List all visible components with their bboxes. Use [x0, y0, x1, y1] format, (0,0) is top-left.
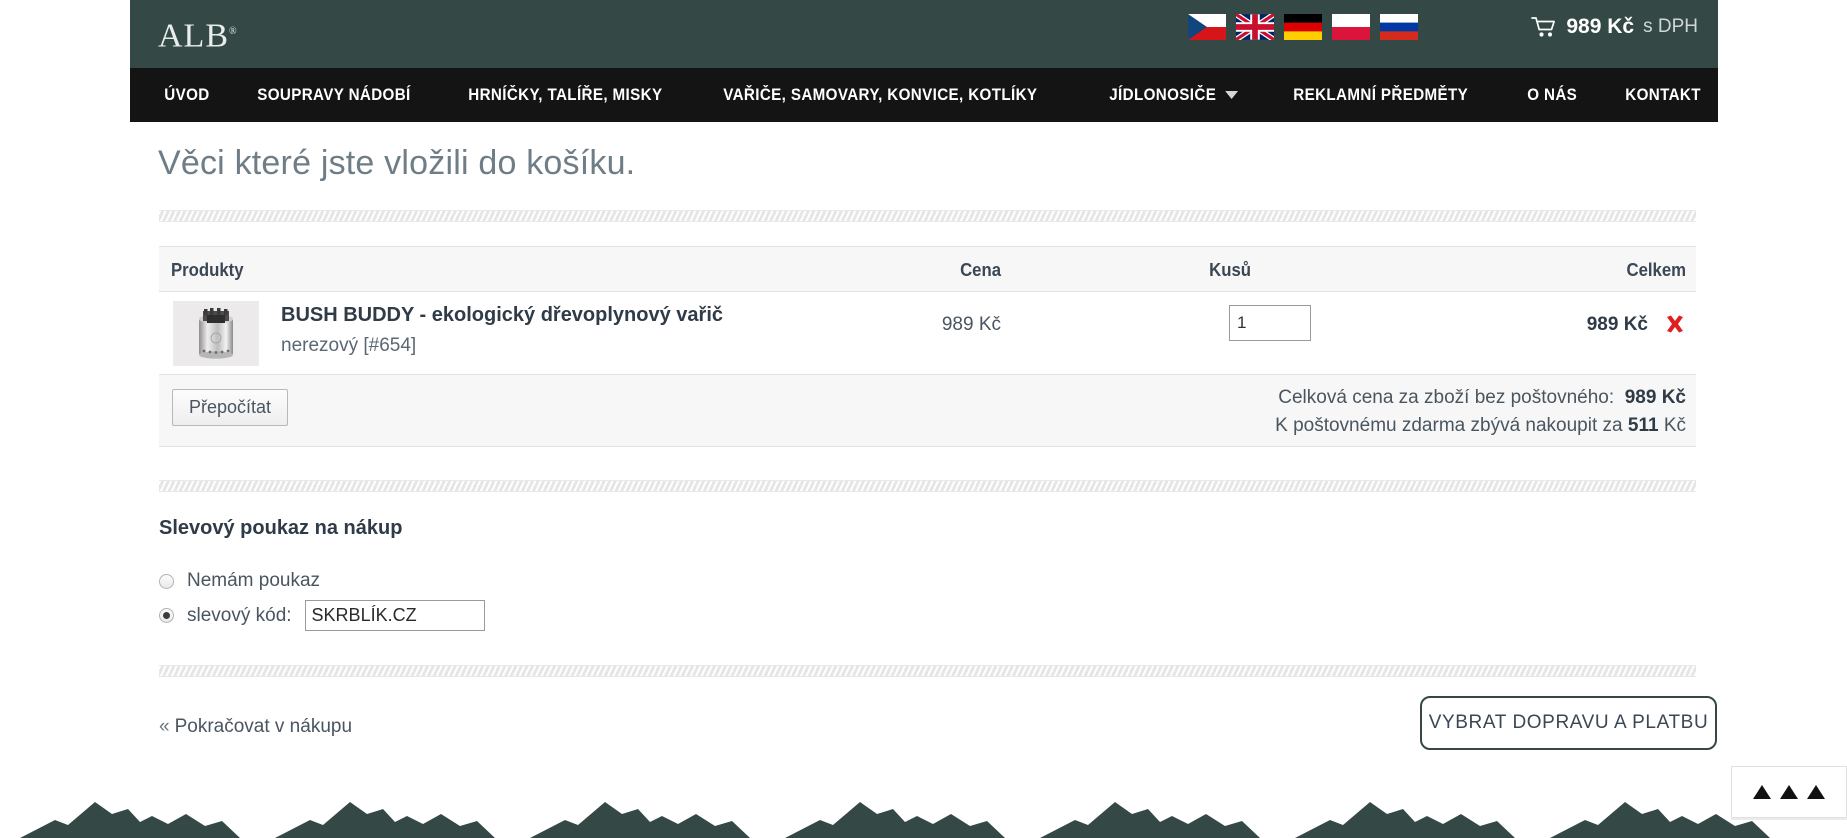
main-navigation: ÚVOD SOUPRAVY NÁDOBÍ HRNÍČKY, TALÍŘE, MI… — [130, 68, 1718, 122]
column-header-total: Celkem — [1626, 260, 1686, 280]
column-header-products: Produkty — [171, 260, 244, 280]
language-switcher — [1188, 14, 1418, 40]
page-title: Věci které jste vložili do košíku. — [158, 144, 636, 182]
nav-label: HRNÍČKY, TALÍŘE, MISKY — [468, 86, 663, 104]
coupon-section-title: Slevový poukaz na nákup — [159, 517, 403, 539]
site-logo[interactable]: ALB® — [158, 10, 238, 58]
cart-amount: 989 Kč — [1566, 15, 1635, 38]
free-shipping-prefix: K poštovnému zdarma zbývá nakoupit za — [1275, 415, 1623, 436]
quantity-input[interactable] — [1229, 305, 1311, 341]
divider-top — [159, 210, 1696, 222]
mountain-silhouette-icon — [20, 802, 1770, 838]
cart-table: Produkty Cena Kusů Celkem BUSH BUDDY - e… — [159, 246, 1696, 447]
cart-icon — [1531, 17, 1556, 37]
logo-text: ALB — [158, 17, 229, 55]
flag-de-icon[interactable] — [1284, 14, 1322, 40]
cart-summary-link[interactable]: 989 Kč s DPH — [1531, 14, 1698, 40]
double-chevron-left-icon: « — [159, 716, 170, 737]
cta-label: VYBRAT DOPRAVU A PLATBU — [1428, 712, 1709, 733]
product-name[interactable]: BUSH BUDDY - ekologický dřevoplynový vař… — [281, 304, 723, 327]
free-shipping-suffix: Kč — [1663, 415, 1686, 436]
product-variant: nerezový [#654] — [281, 335, 417, 356]
flag-pl-icon[interactable] — [1332, 14, 1370, 40]
radio-coupon-code-label: slevový kód: — [187, 604, 292, 626]
coupon-option-code[interactable]: slevový kód: — [159, 600, 485, 631]
nav-item-kontakt[interactable]: KONTAKT — [1605, 68, 1721, 122]
cart-vat-note: s DPH — [1643, 16, 1698, 37]
divider-bottom — [159, 665, 1696, 677]
product-unit-price: 989 Kč — [941, 314, 1001, 335]
choose-shipping-payment-button[interactable]: VYBRAT DOPRAVU A PLATBU — [1420, 696, 1717, 750]
cart-total-value: 989 Kč — [1624, 387, 1686, 408]
nav-item-hrnicky-talire-misky[interactable]: HRNÍČKY, TALÍŘE, MISKY — [448, 68, 683, 122]
column-header-price: Cena — [960, 260, 1001, 280]
flag-gb-icon[interactable] — [1236, 14, 1274, 40]
nav-item-reklamni-predmety[interactable]: REKLAMNÍ PŘEDMĚTY — [1273, 68, 1488, 122]
nav-item-uvod[interactable]: ÚVOD — [144, 68, 230, 122]
footer-mountain-decoration — [0, 776, 1847, 838]
cart-summary-row: Přepočítat Celková cena za zboží bez poš… — [159, 375, 1696, 447]
nav-label: REKLAMNÍ PŘEDMĚTY — [1293, 86, 1469, 104]
cart-total-line: Celková cena za zboží bez poštovného: 98… — [1278, 387, 1686, 409]
nav-label: JÍDLONOSIČE — [1108, 86, 1216, 104]
radio-no-coupon-label: Nemám poukaz — [187, 570, 321, 591]
product-image-bush-buddy-stove — [173, 301, 259, 366]
nav-label: VAŘIČE, SAMOVARY, KONVICE, KOTLÍKY — [723, 86, 1038, 104]
nav-item-jidlonosice[interactable]: JÍDLONOSIČE — [1089, 68, 1259, 122]
table-row: BUSH BUDDY - ekologický dřevoplynový vař… — [159, 292, 1696, 375]
flag-ru-icon[interactable] — [1380, 14, 1418, 40]
free-shipping-value: 511 — [1627, 415, 1659, 436]
chevron-down-icon — [1225, 91, 1238, 99]
product-thumbnail[interactable] — [173, 301, 259, 366]
continue-shopping-label: Pokračovat v nákupu — [174, 716, 353, 737]
coupon-option-none[interactable]: Nemám poukaz — [159, 570, 320, 592]
nav-item-o-nas[interactable]: O NÁS — [1507, 68, 1597, 122]
cart-total-label: Celková cena za zboží bez poštovného: — [1278, 387, 1615, 408]
scroll-to-top-button[interactable] — [1731, 766, 1847, 818]
quantity-field-wrapper — [1229, 305, 1311, 341]
nav-label: SOUPRAVY NÁDOBÍ — [257, 86, 411, 104]
nav-item-soupravy-nadobi[interactable]: SOUPRAVY NÁDOBÍ — [237, 68, 431, 122]
logo-registered-mark: ® — [229, 26, 238, 37]
recalculate-button[interactable]: Přepočítat — [172, 389, 289, 426]
nav-label: KONTAKT — [1625, 86, 1702, 104]
coupon-code-input[interactable] — [304, 600, 485, 631]
product-line-total: 989 Kč — [1586, 314, 1648, 335]
radio-no-coupon[interactable] — [159, 573, 174, 589]
triangle-up-icon — [1780, 785, 1798, 799]
flag-cz-icon[interactable] — [1188, 14, 1226, 40]
top-bar: ALB® 989 Kč s DPH — [130, 0, 1718, 68]
radio-coupon-code[interactable] — [159, 608, 174, 623]
nav-label: ÚVOD — [164, 86, 210, 104]
cart-page: ALB® 989 Kč s DPH ÚVOD SOUPRAVY NÁDOBÍ H… — [0, 0, 1847, 838]
nav-item-varice-samovary-konvice-kotliky[interactable]: VAŘIČE, SAMOVARY, KONVICE, KOTLÍKY — [703, 68, 1058, 122]
triangle-up-icon — [1807, 785, 1825, 799]
continue-shopping-link[interactable]: «Pokračovat v nákupu — [159, 716, 352, 738]
free-shipping-line: K poštovnému zdarma zbývá nakoupit za 51… — [1275, 415, 1686, 437]
column-header-quantity: Kusů — [1209, 260, 1251, 280]
cart-table-header: Produkty Cena Kusů Celkem — [159, 246, 1696, 292]
nav-label: O NÁS — [1527, 86, 1578, 104]
divider-middle — [159, 480, 1696, 492]
delete-x-icon[interactable] — [1663, 312, 1687, 336]
triangle-up-icon — [1753, 785, 1771, 799]
